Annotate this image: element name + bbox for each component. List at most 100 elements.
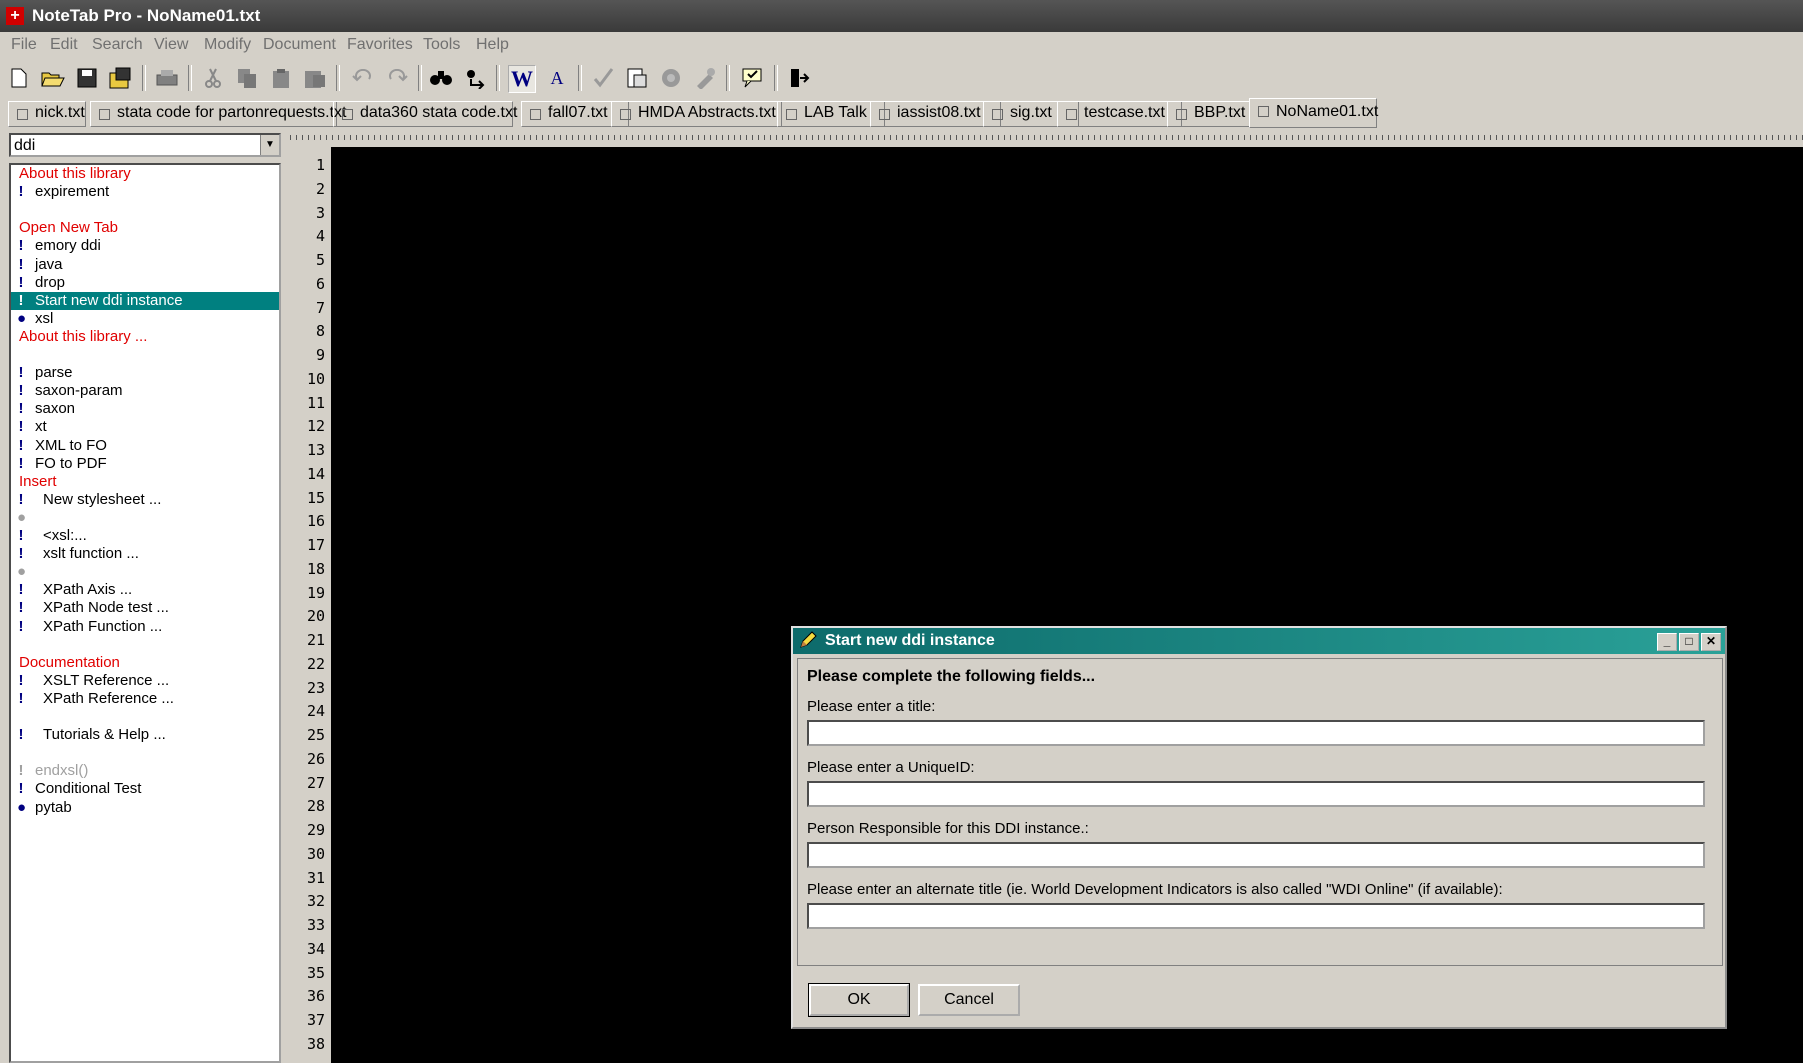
ok-button[interactable]: OK — [808, 983, 910, 1017]
library-clip-item[interactable]: ! XPath Node test ... — [11, 599, 279, 617]
library-clip-item[interactable]: ! XPath Axis ... — [11, 581, 279, 599]
library-clip-item[interactable]: ! Tutorials & Help ... — [11, 726, 279, 744]
cut-icon[interactable] — [200, 65, 226, 91]
undo-icon[interactable] — [350, 65, 376, 91]
library-clip-item[interactable]: ! saxon-param — [11, 382, 279, 400]
tab-label: NoName01.txt — [1276, 103, 1379, 120]
library-clip-item[interactable]: ! <xsl:... — [11, 527, 279, 545]
spell-check-icon[interactable] — [590, 65, 616, 91]
library-clip-item[interactable]: ! XPath Function ... — [11, 618, 279, 636]
save-all-icon[interactable] — [108, 65, 134, 91]
unique-id-field[interactable] — [807, 781, 1705, 807]
tab-hmda-abstracts[interactable]: HMDA Abstracts.txt — [611, 101, 782, 127]
library-clip-item[interactable]: ! XSLT Reference ... — [11, 672, 279, 690]
library-clip-item[interactable]: ! endxsl() — [11, 762, 279, 780]
library-clip-item[interactable]: ● — [11, 509, 279, 527]
library-clip-item[interactable]: ! saxon — [11, 400, 279, 418]
clip-marker-icon: ! — [18, 418, 24, 436]
open-file-icon[interactable] — [40, 65, 66, 91]
library-clip-item[interactable]: ! java — [11, 256, 279, 274]
library-heading[interactable]: About this library ... — [11, 328, 279, 346]
maximize-button[interactable]: □ — [1679, 633, 1699, 651]
library-item-label: saxon-param — [35, 382, 123, 400]
replace-icon[interactable] — [462, 65, 488, 91]
tools-icon[interactable] — [692, 65, 718, 91]
exit-icon[interactable] — [786, 65, 812, 91]
tab-noname01[interactable]: NoName01.txt — [1249, 98, 1379, 128]
library-clip-item[interactable]: ! Start new ddi instance — [11, 291, 279, 310]
tab-stata-code[interactable]: stata code for partonrequests.txt — [90, 101, 346, 127]
tab-nick[interactable]: nick.txt — [8, 101, 86, 127]
line-number: 17 — [306, 536, 325, 554]
library-selector[interactable]: ddi ▼ — [9, 133, 281, 157]
title-field[interactable] — [807, 720, 1705, 746]
library-heading[interactable]: Open New Tab — [11, 219, 279, 237]
tab-testcase[interactable]: testcase.txt — [1057, 101, 1182, 127]
alternate-title-field[interactable] — [807, 903, 1705, 929]
tab-data360[interactable]: data360 stata code.txt — [333, 101, 517, 127]
library-clip-item[interactable]: ! XPath Reference ... — [11, 690, 279, 708]
minimize-button[interactable]: _ — [1657, 633, 1677, 651]
library-heading[interactable]: About this library — [11, 165, 279, 183]
line-number: 31 — [306, 868, 325, 887]
menu-file[interactable]: File — [11, 36, 37, 54]
save-icon[interactable] — [74, 65, 100, 91]
find-icon[interactable] — [428, 65, 454, 91]
redo-icon[interactable] — [384, 65, 410, 91]
new-file-icon[interactable] — [6, 65, 32, 91]
menu-edit[interactable]: Edit — [50, 36, 78, 54]
menu-modify[interactable]: Modify — [204, 36, 251, 54]
cancel-button[interactable]: Cancel — [918, 984, 1020, 1016]
print-icon[interactable] — [154, 65, 180, 91]
library-clip-item[interactable]: ! drop — [11, 274, 279, 292]
copy-icon[interactable] — [234, 65, 260, 91]
library-clip-item[interactable]: ! Conditional Test — [11, 780, 279, 798]
line-number: 6 — [315, 274, 325, 293]
library-heading[interactable]: Insert — [11, 473, 279, 491]
stats-icon[interactable] — [658, 65, 684, 91]
chevron-down-icon[interactable]: ▼ — [260, 135, 279, 155]
toolbar-separator — [336, 65, 340, 91]
menu-bar: File Edit Search View Modify Document Fa… — [0, 32, 1803, 58]
library-clip-item[interactable]: ● xsl — [11, 310, 279, 328]
library-clip-item[interactable]: ! emory ddi — [11, 237, 279, 255]
line-number: 25 — [306, 726, 325, 744]
library-item-label: expirement — [35, 183, 110, 201]
library-clip-item[interactable]: ! XML to FO — [11, 437, 279, 455]
paste-special-icon[interactable] — [302, 65, 328, 91]
library-clip-item[interactable]: ! parse — [11, 364, 279, 382]
menu-view[interactable]: View — [154, 36, 188, 54]
clip-marker-icon: ! — [18, 527, 24, 544]
person-responsible-field[interactable] — [807, 842, 1705, 868]
toolbar-separator — [142, 65, 146, 91]
library-item-label: xsl — [35, 309, 54, 327]
clipbook-icon[interactable] — [624, 65, 650, 91]
tab-iassist08[interactable]: iassist08.txt — [870, 101, 1001, 127]
menu-tools[interactable]: Tools — [423, 36, 460, 54]
tab-lab-talk[interactable]: LAB Talk — [777, 101, 885, 127]
paste-icon[interactable] — [268, 65, 294, 91]
line-number: 20 — [306, 607, 325, 626]
document-icon — [99, 109, 110, 120]
font-icon[interactable]: A — [544, 65, 570, 91]
line-number: 16 — [306, 512, 325, 531]
library-clip-item[interactable]: ! New stylesheet ... — [11, 491, 279, 509]
menu-search[interactable]: Search — [92, 36, 143, 54]
notetab-app-icon[interactable]: + — [6, 7, 24, 25]
library-heading[interactable]: Documentation — [11, 654, 279, 672]
library-clip-item[interactable]: ! expirement — [11, 183, 279, 201]
menu-document[interactable]: Document — [263, 36, 336, 54]
menu-help[interactable]: Help — [476, 36, 509, 54]
library-clip-item[interactable]: ! FO to PDF — [11, 455, 279, 473]
line-number: 32 — [306, 892, 325, 911]
word-wrap-icon[interactable]: W — [508, 65, 536, 93]
library-icon[interactable] — [740, 65, 766, 91]
library-clip-item[interactable]: ● — [11, 563, 279, 581]
menu-favorites[interactable]: Favorites — [347, 36, 413, 54]
close-button[interactable]: ✕ — [1701, 633, 1721, 651]
clip-marker-icon: ● — [17, 798, 27, 816]
library-clip-item[interactable]: ● pytab — [11, 799, 279, 817]
library-item-label: About this library ... — [19, 327, 148, 345]
library-clip-item[interactable]: ! xt — [11, 418, 279, 436]
library-clip-item[interactable]: ! xslt function ... — [11, 545, 279, 563]
